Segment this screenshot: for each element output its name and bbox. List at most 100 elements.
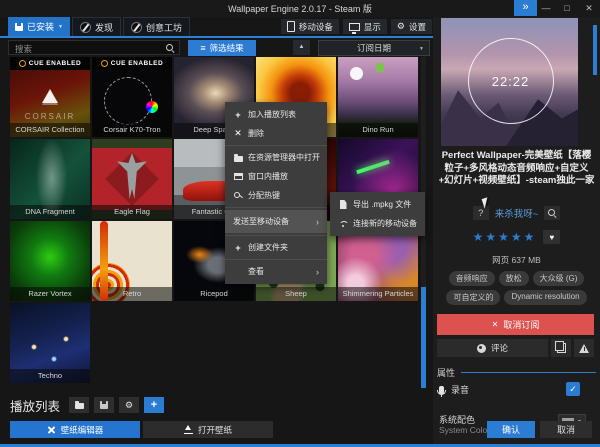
open-wallpaper-button[interactable]: 打开壁纸 xyxy=(143,421,273,438)
menu-create-folder[interactable]: + 创建文件夹 xyxy=(225,238,327,257)
wallpaper-preview[interactable]: 22:22 xyxy=(441,18,578,146)
playlist-save-button[interactable] xyxy=(94,397,114,413)
search-input[interactable] xyxy=(13,41,165,56)
settings-button[interactable]: ⚙ 设置 xyxy=(391,19,432,34)
property-audio-row: 录音 ✓ xyxy=(439,382,596,397)
corsair-sail-icon xyxy=(42,89,58,103)
sort-direction-button[interactable]: ▲ xyxy=(293,40,310,55)
tag: 大众级 (G) xyxy=(533,271,585,286)
plus-icon: + xyxy=(233,110,243,120)
displays-button[interactable]: 显示 xyxy=(343,19,387,34)
tag: 音频响应 xyxy=(449,271,495,286)
cancel-button[interactable]: 取消 xyxy=(540,421,592,438)
playlist-add-button[interactable]: + xyxy=(144,397,164,413)
cue-enabled-banner: CUE ENABLED xyxy=(10,57,90,70)
tile-eagle-flag[interactable]: Eagle Flag xyxy=(92,139,172,219)
submenu-export-mpkg[interactable]: 导出 .mpkg 文件 xyxy=(330,195,425,214)
wifi-icon xyxy=(338,220,348,228)
menu-separator xyxy=(225,259,327,260)
chevron-down-icon: ▼ xyxy=(419,46,424,52)
playlist-settings-button[interactable]: ⚙ xyxy=(119,397,139,413)
plus-icon: + xyxy=(233,243,243,253)
wallpaper-engine-window: Wallpaper Engine 2.0.17 - Steam 版 » — □ … xyxy=(0,0,600,447)
comments-row: 评论 xyxy=(437,339,594,357)
panel-actions: 确认 取消 xyxy=(433,421,592,438)
rating-row: ★★★★★ ♥ xyxy=(433,230,600,244)
check-icon: ✓ xyxy=(569,384,577,395)
phone-icon xyxy=(287,21,295,32)
tile-retro[interactable]: Retro xyxy=(92,221,172,301)
warning-icon xyxy=(579,344,589,353)
tile-techno[interactable]: Techno xyxy=(10,303,90,383)
sort-order-value: 订阅日期 xyxy=(357,42,391,54)
audio-checkbox[interactable]: ✓ xyxy=(566,382,580,396)
tile-label: Eagle Flag xyxy=(92,205,172,219)
tab-workshop[interactable]: 创意工坊 xyxy=(123,17,190,36)
clock-time: 22:22 xyxy=(492,74,530,89)
tag: 可自定义的 xyxy=(446,290,500,305)
menu-view[interactable]: 查看 › xyxy=(225,262,327,281)
tile-label: Corsair K70-Tron xyxy=(92,123,172,137)
author-search-button[interactable] xyxy=(544,206,560,220)
comments-button[interactable]: 评论 xyxy=(437,339,548,357)
panel-scrollbar-thumb[interactable] xyxy=(593,25,597,75)
playlist-load-button[interactable] xyxy=(69,397,89,413)
folder-icon xyxy=(233,154,243,162)
search-box xyxy=(8,40,180,55)
unsubscribe-button[interactable]: ✕ 取消订阅 xyxy=(437,314,594,335)
tile-label: Techno xyxy=(10,369,90,383)
tile-dino-run[interactable]: Dino Run xyxy=(338,57,418,137)
menu-separator xyxy=(225,235,327,236)
filter-icon: ≡ xyxy=(200,43,205,53)
playlist-bar: 播放列表 ⚙ + xyxy=(10,396,164,414)
minimize-button[interactable]: — xyxy=(538,0,554,16)
properties-header: 属性 xyxy=(437,366,596,379)
tag-list: 音频响应 放松 大众级 (G) 可自定义的 Dynamic resolution xyxy=(435,271,598,305)
properties-label: 属性 xyxy=(437,366,455,379)
filter-results-button[interactable]: ≡ 筛选结果 xyxy=(188,40,256,56)
favorite-button[interactable]: ♥ xyxy=(543,230,560,244)
rating-stars[interactable]: ★★★★★ xyxy=(473,230,537,244)
menu-add-to-playlist[interactable]: + 加入播放列表 xyxy=(225,105,327,124)
menu-send-to-mobile[interactable]: 发送至移动设备 › xyxy=(225,210,327,233)
tile-label: Razer Vortex xyxy=(10,287,90,301)
close-icon: ✕ xyxy=(492,320,499,329)
tab-installed[interactable]: 已安装 ▼ xyxy=(8,17,70,36)
menu-assign-hotkey[interactable]: 分配热键 xyxy=(225,186,327,205)
menu-open-in-explorer[interactable]: 在资源管理器中打开 xyxy=(225,148,327,167)
workshop-icon xyxy=(131,22,142,33)
mobile-device-button[interactable]: 移动设备 xyxy=(281,19,339,34)
sort-order-dropdown[interactable]: 订阅日期 ▼ xyxy=(318,40,430,56)
confirm-button[interactable]: 确认 xyxy=(487,421,535,438)
copy-button[interactable] xyxy=(551,339,571,357)
tile-dna-fragment[interactable]: DNA Fragment xyxy=(10,139,90,219)
wallpaper-editor-button[interactable]: 壁纸编辑器 xyxy=(10,421,140,438)
tab-discover[interactable]: 发现 xyxy=(72,17,121,36)
grid-scrollbar-thumb[interactable] xyxy=(421,287,426,388)
chevron-down-icon: ▼ xyxy=(58,24,63,30)
tab-underline xyxy=(0,36,433,38)
audio-label: 录音 xyxy=(451,383,469,396)
search-icon xyxy=(548,209,557,218)
maximize-button[interactable]: □ xyxy=(559,0,575,16)
menu-delete[interactable]: ✕ 删除 xyxy=(225,124,327,143)
tile-corsair-collection[interactable]: CUE ENABLED CORSAIR CORSAIR Collection xyxy=(10,57,90,137)
submenu-connect-new-device[interactable]: 连接新的移动设备 xyxy=(330,214,425,233)
gears-icon: ⚙ xyxy=(125,401,133,410)
report-button[interactable] xyxy=(574,339,594,357)
detail-panel: 22:22 Perfect Wallpaper-完美壁纸【落樱粒子+多风格动态音… xyxy=(433,17,600,447)
tile-corsair-k70-tron[interactable]: CUE ENABLED Corsair K70-Tron xyxy=(92,57,172,137)
key-icon xyxy=(233,191,243,200)
author-link[interactable]: 来杀我呀~ xyxy=(495,206,539,220)
close-button[interactable]: ✕ xyxy=(581,0,597,16)
menu-play-in-window[interactable]: 窗口内播放 xyxy=(225,167,327,186)
cue-logo-icon xyxy=(19,60,26,67)
chevron-right-icon: › xyxy=(316,268,319,276)
window-title: Wallpaper Engine 2.0.17 - Steam 版 xyxy=(0,2,600,15)
menu-separator xyxy=(225,207,327,208)
installed-icon xyxy=(15,23,23,31)
chevron-right-icon: › xyxy=(316,218,319,226)
tile-razer-vortex[interactable]: Razer Vortex xyxy=(10,221,90,301)
collapse-panel-button[interactable]: » xyxy=(514,0,537,16)
tile-label: Shimmering Particles xyxy=(338,287,418,301)
